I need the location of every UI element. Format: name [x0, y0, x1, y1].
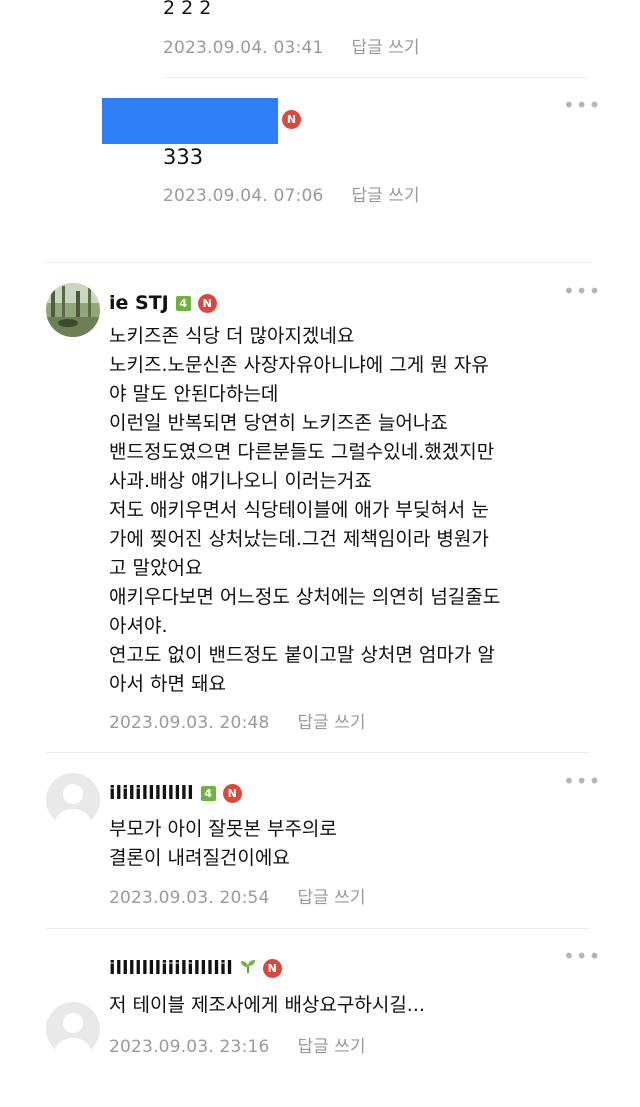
comment-time: 2023.09.04. 07:06	[163, 186, 324, 206]
more-options-icon[interactable]: •••	[563, 946, 601, 966]
comment-line: 부모가 아이 잘못본 부주의로	[109, 818, 337, 840]
n-badge-icon: N	[282, 110, 301, 129]
default-avatar-icon	[55, 1013, 91, 1056]
divider	[46, 262, 590, 263]
comment-line: 이런일 반복되면 당연히 노키즈존 늘어나죠	[109, 412, 448, 434]
level-badge-icon: 4	[175, 295, 191, 311]
comment-author: ie STJ 4 N	[109, 292, 217, 314]
comment-line: 결론이 내려질건이에요	[109, 847, 290, 869]
avatar[interactable]	[46, 283, 100, 337]
avatar[interactable]	[46, 773, 100, 827]
avatar[interactable]	[46, 1002, 100, 1056]
n-badge-icon: N	[197, 293, 217, 313]
comment-author: ililillllllll 4 N	[109, 782, 242, 804]
n-badge-icon: N	[222, 783, 242, 803]
nickname[interactable]: illllllliiilillllil	[109, 957, 233, 979]
comment-time: 2023.09.03. 20:48	[109, 713, 270, 733]
reply-button[interactable]: 답글 쓰기	[352, 186, 420, 206]
comment-line: 가에 찢어진 상처났는데.그건 제책임이라 병원가	[109, 528, 489, 550]
comment-body: 부모가 아이 잘못본 부주의로 결론이 내려질건이에요	[109, 815, 337, 873]
divider	[163, 77, 588, 78]
reply-button[interactable]: 답글 쓰기	[298, 1037, 366, 1057]
comment-line: 야 말도 안된다하는데	[109, 383, 279, 405]
comment-author: illllllliiilillllil N	[109, 957, 282, 979]
nickname[interactable]: ie STJ	[109, 292, 169, 314]
nickname[interactable]: ililillllllll	[109, 782, 194, 804]
sprout-icon	[240, 958, 256, 978]
comment-line: 사과.배상 얘기나오니 이러는거죠	[109, 470, 372, 492]
comment-text: 333	[163, 145, 204, 169]
level-badge-icon: 4	[200, 785, 216, 801]
comment-line: 고 말았어요	[109, 557, 203, 579]
comment-meta: 2023.09.04. 03:41 답글 쓰기	[163, 33, 420, 58]
comment-line: 노키즈존 식당 더 많아지겠네요	[109, 325, 355, 347]
comment-time: 2023.09.04. 03:41	[163, 38, 324, 58]
divider	[46, 752, 590, 753]
reply-button[interactable]: 답글 쓰기	[298, 888, 366, 908]
more-options-icon[interactable]: •••	[563, 281, 601, 301]
redacted-nickname	[102, 98, 278, 144]
reply-button[interactable]: 답글 쓰기	[298, 713, 366, 733]
comment-meta: 2023.09.03. 23:16 답글 쓰기	[109, 1032, 366, 1057]
comment-line: 밴드정도였으면 다른분들도 그럴수있네.했겠지만	[109, 441, 495, 463]
comment-time: 2023.09.03. 20:54	[109, 888, 270, 908]
comment-line: 연고도 없이 밴드정도 붙이고말 상처면 엄마가 알	[109, 644, 495, 666]
comment-text: 2 2 2	[163, 0, 212, 19]
default-avatar-icon	[55, 784, 91, 827]
more-options-icon[interactable]: •••	[563, 771, 601, 791]
comment-line: 노키즈.노문신존 사장자유아니냐에 그게 뭔 자유	[109, 354, 489, 376]
reply-button[interactable]: 답글 쓰기	[352, 38, 420, 58]
comment-line: 저도 애키우면서 식당테이블에 애가 부딪혀서 눈	[109, 499, 489, 521]
comment-line: 아서 하면 돼요	[109, 673, 226, 695]
comment-line: 저 테이블 제조사에게 배상요구하시길...	[109, 994, 425, 1016]
comment-line: 애키우다보면 어느정도 상처에는 의연히 넘길줄도	[109, 586, 501, 608]
comment-meta: 2023.09.04. 07:06 답글 쓰기	[163, 181, 420, 206]
comment-meta: 2023.09.03. 20:48 답글 쓰기	[109, 708, 366, 733]
comment-body: 노키즈존 식당 더 많아지겠네요 노키즈.노문신존 사장자유아니냐에 그게 뭔 …	[109, 322, 500, 699]
divider	[46, 928, 590, 929]
n-badge-icon: N	[262, 958, 282, 978]
more-options-icon[interactable]: •••	[563, 95, 601, 115]
comment-meta: 2023.09.03. 20:54 답글 쓰기	[109, 883, 366, 908]
comment-body: 저 테이블 제조사에게 배상요구하시길...	[109, 991, 425, 1020]
comment-time: 2023.09.03. 23:16	[109, 1037, 270, 1057]
comment-line: 아셔야.	[109, 615, 168, 637]
